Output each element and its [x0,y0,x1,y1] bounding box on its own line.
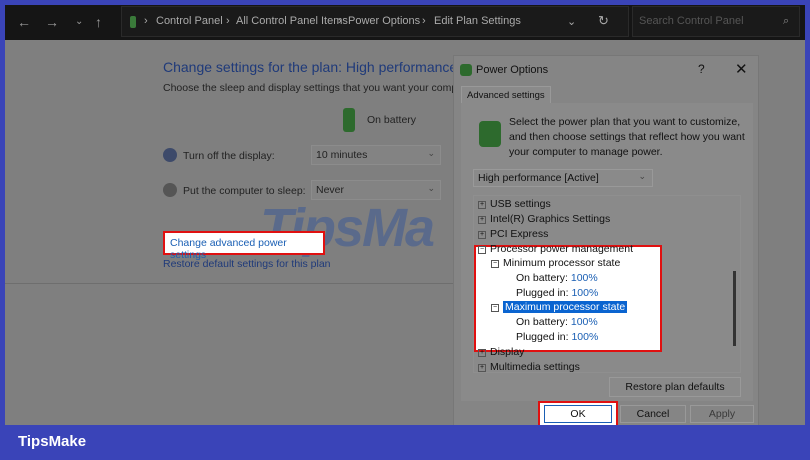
scrollbar[interactable] [733,271,736,346]
back-icon[interactable]: ← [17,14,31,30]
search-placeholder: Search Control Panel [639,15,744,27]
collapse-icon[interactable]: − [478,246,486,254]
footer-banner: TipsMake [0,425,810,460]
sleep-label: Put the computer to sleep: [183,185,306,197]
tree-item-min-state[interactable]: − Minimum processor state [491,257,620,269]
forward-icon[interactable]: → [45,14,59,30]
tree-item-pci[interactable]: + PCI Express [478,228,548,240]
cancel-button[interactable]: Cancel [620,405,686,423]
display-icon [163,148,177,162]
chevron-down-icon: ⌄ [638,171,646,181]
power-plan-icon [479,121,501,147]
expand-icon[interactable]: + [478,201,486,209]
dialog-title: Power Options [476,64,549,76]
search-icon: ⌕ [783,15,790,27]
expand-icon[interactable]: + [478,364,486,372]
up-icon[interactable]: ↑ [95,14,102,30]
max-on-battery[interactable]: On battery: 100% [516,316,598,328]
page-title: Change settings for the plan: High perfo… [163,59,458,75]
tree-item-max-state[interactable]: − Maximum processor state [491,301,628,313]
ok-button[interactable]: OK [544,405,612,423]
breadcrumb-all-items[interactable]: All Control Panel Items [236,15,348,27]
restore-plan-defaults-button[interactable]: Restore plan defaults [609,377,741,397]
breadcrumb-edit-plan[interactable]: Edit Plan Settings [434,15,521,27]
display-value: 10 minutes [316,149,368,161]
display-timeout-select[interactable]: 10 minutes ⌄ [311,145,441,165]
collapse-icon[interactable]: − [491,304,499,312]
page-subtitle: Choose the sleep and display settings th… [163,82,458,94]
address-toolbar: ← → ⌄ ↑ › Control Panel › All Control Pa… [5,5,805,40]
plan-value: High performance [Active] [478,172,599,184]
dialog-description: Select the power plan that you want to c… [509,116,745,158]
power-icon [130,16,136,28]
change-advanced-settings-link[interactable]: Change advanced power settings [163,231,325,261]
power-options-dialog: Power Options ? ✕ Advanced settings Sele… [453,55,759,425]
breadcrumb-control-panel[interactable]: Control Panel [156,15,223,27]
collapse-icon[interactable]: − [491,260,499,268]
apply-button[interactable]: Apply [690,405,754,423]
recent-chevron-icon[interactable]: ⌄ [75,16,83,27]
help-button[interactable]: ? [698,62,705,76]
sleep-value: Never [316,184,345,196]
address-bar[interactable]: › Control Panel › All Control Panel Item… [121,6,629,37]
tree-item-usb[interactable]: + USB settings [478,198,551,210]
search-input[interactable]: Search Control Panel ⌕ [632,6,800,37]
power-options-icon [460,64,472,76]
breadcrumb-power-options[interactable]: Power Options [348,15,420,27]
sleep-icon [163,183,177,197]
on-battery-label: On battery [367,114,417,126]
divider [5,283,453,284]
tree-item-graphics[interactable]: + Intel(R) Graphics Settings [478,213,610,225]
restore-defaults-link[interactable]: Restore default settings for this plan [163,258,331,270]
tab-advanced-settings[interactable]: Advanced settings [461,86,551,104]
display-label: Turn off the display: [183,150,275,162]
chevron-down-icon: ⌄ [427,183,435,193]
min-on-battery[interactable]: On battery: 100% [516,272,598,284]
min-plugged-in[interactable]: Plugged in: 100% [516,287,598,299]
expand-icon[interactable]: + [478,231,486,239]
tree-item-multimedia[interactable]: + Multimedia settings [478,361,580,372]
history-chevron-icon[interactable]: ⌄ [567,15,576,28]
chevron-down-icon: ⌄ [427,148,435,158]
advanced-settings-pane: Select the power plan that you want to c… [461,103,753,401]
settings-tree[interactable]: + USB settings + Intel(R) Graphics Setting… [473,195,741,373]
expand-icon[interactable]: + [478,216,486,224]
battery-icon [343,108,355,132]
tree-item-processor[interactable]: − Processor power management [478,243,633,255]
control-panel-window: ← → ⌄ ↑ › Control Panel › All Control Pa… [5,5,805,425]
plan-select[interactable]: High performance [Active] ⌄ [473,169,653,187]
tree-item-display[interactable]: + Display [478,346,524,358]
max-plugged-in[interactable]: Plugged in: 100% [516,331,598,343]
refresh-icon[interactable]: ↻ [598,13,609,29]
expand-icon[interactable]: + [478,349,486,357]
close-button[interactable]: ✕ [735,60,748,78]
brand-logo: TipsMake [18,433,87,450]
